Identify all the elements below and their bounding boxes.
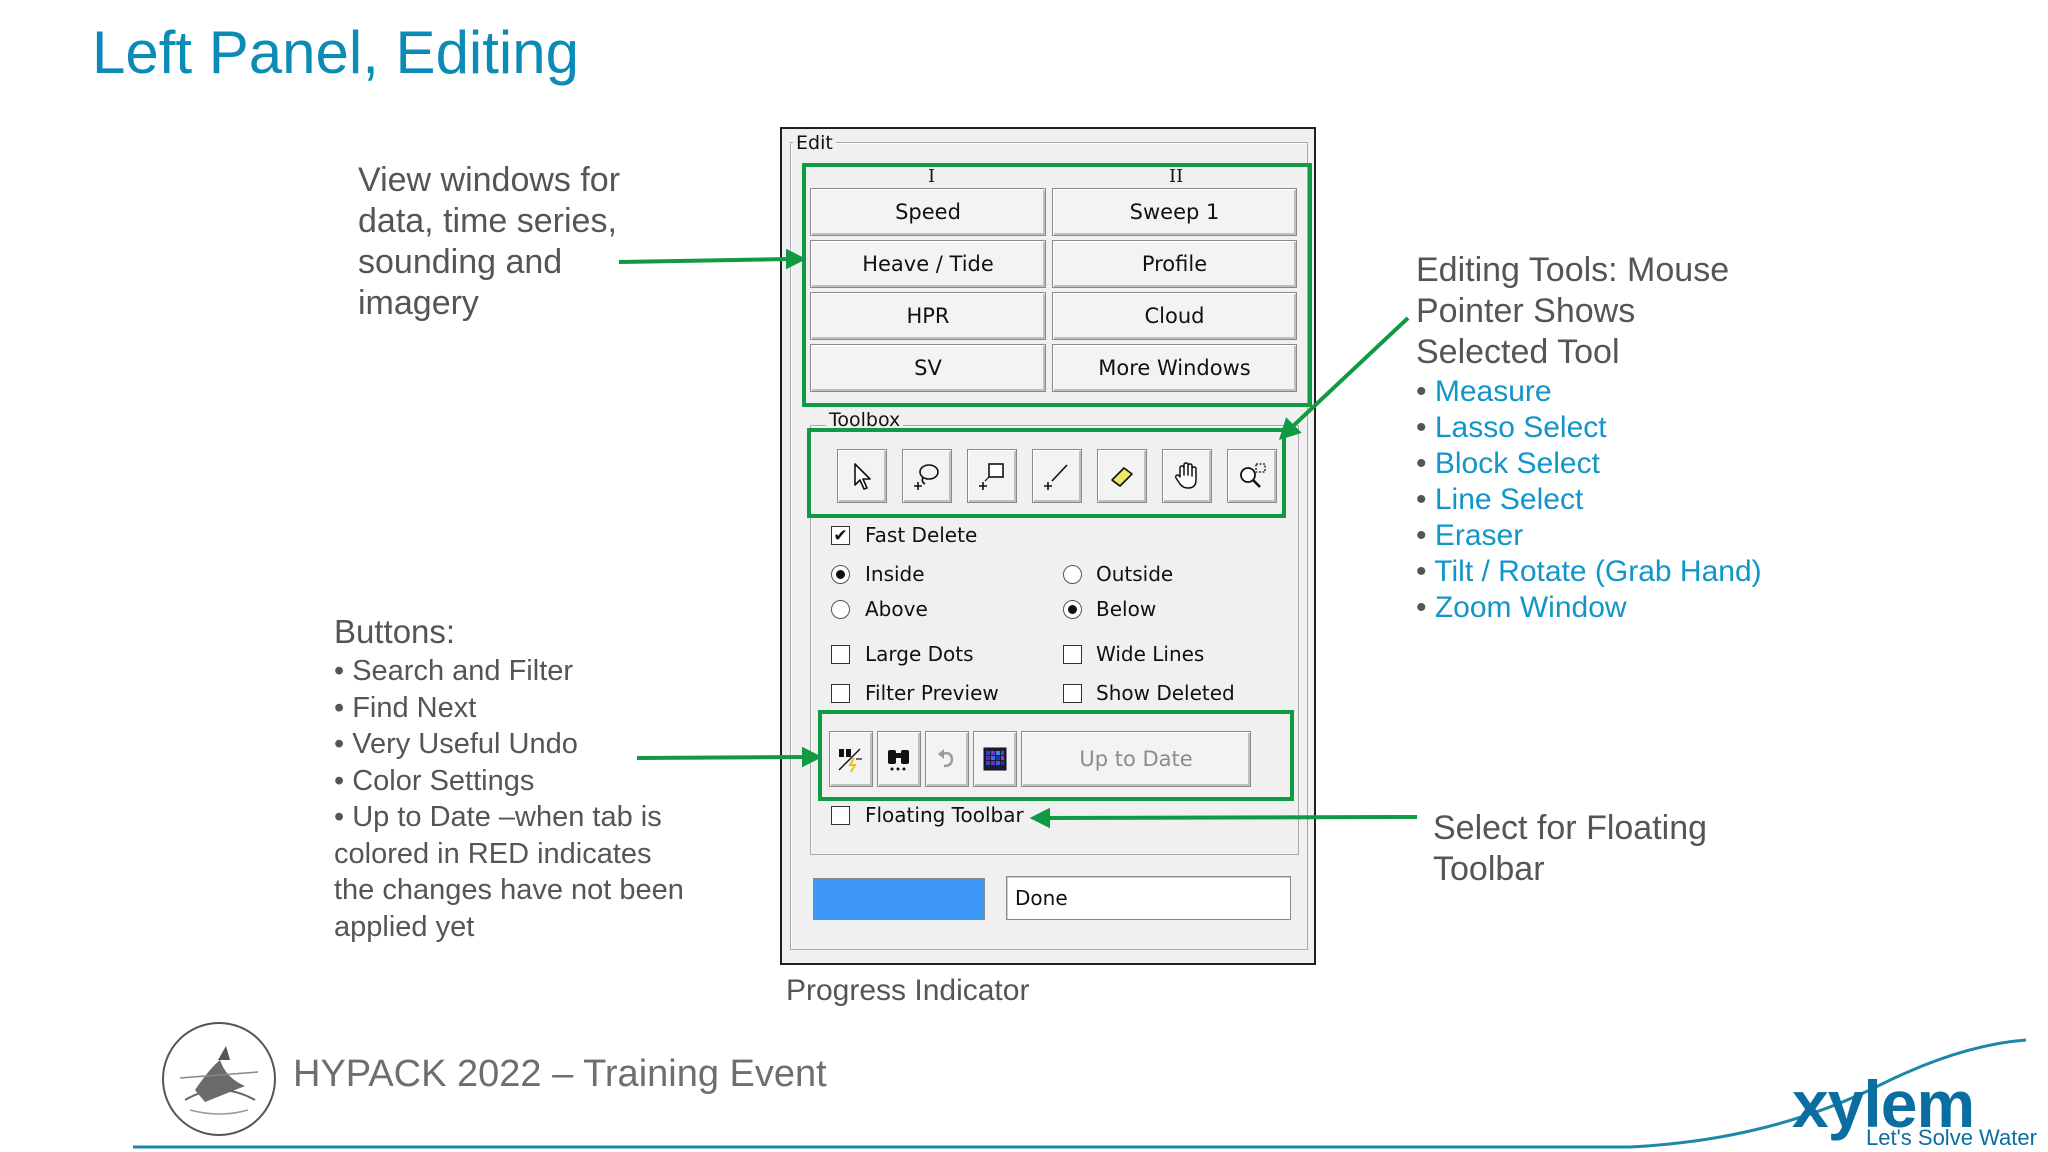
footer-swoosh: [133, 1038, 2027, 1149]
xylem-tagline: Let's Solve Water: [1866, 1125, 2037, 1150]
